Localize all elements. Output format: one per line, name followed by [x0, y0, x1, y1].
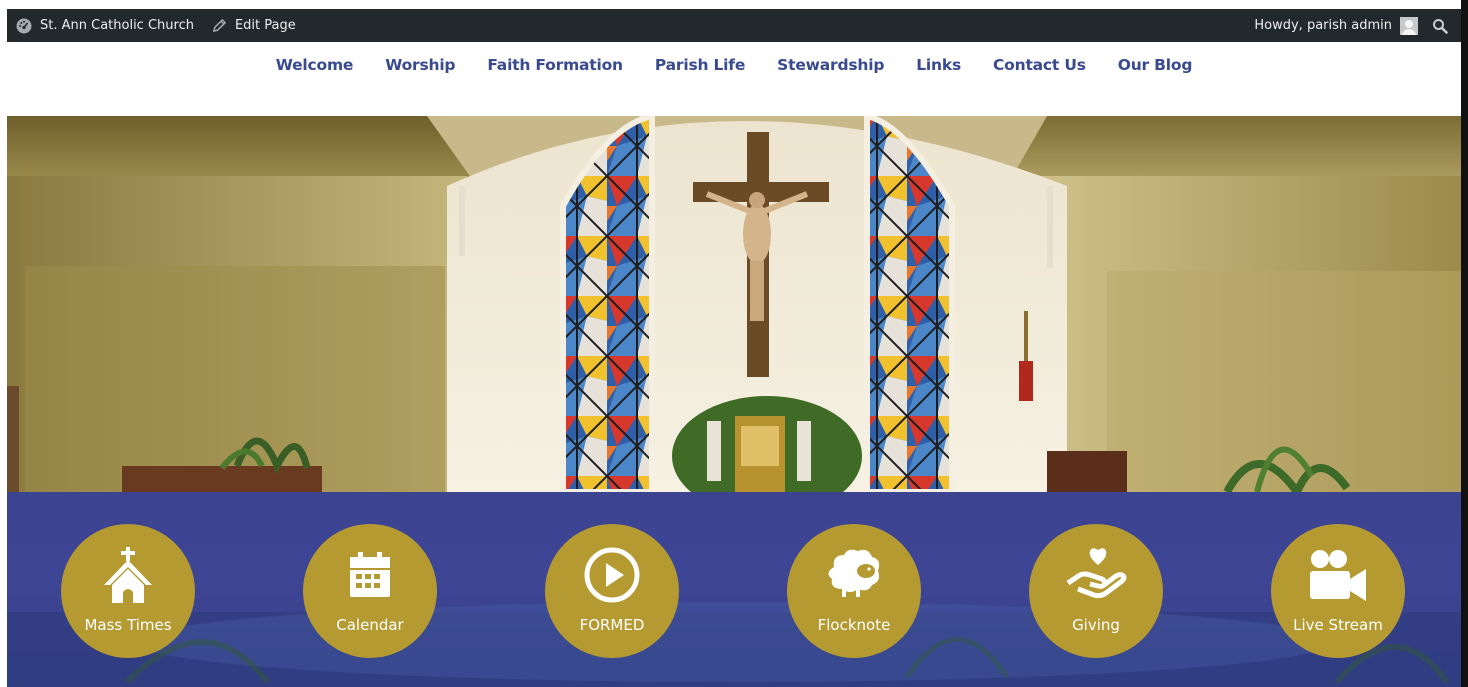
quick-links: Mass Times Calendar FORMED Flocknote Giv…: [7, 492, 1461, 687]
admin-bar: St. Ann Catholic Church Edit Page Howdy,…: [7, 9, 1461, 42]
quick-link-mass-times[interactable]: Mass Times: [61, 524, 195, 658]
nav-links[interactable]: Links: [900, 56, 977, 74]
avatar: [1400, 16, 1418, 35]
quick-link-live-stream[interactable]: Live Stream: [1271, 524, 1405, 658]
quick-link-calendar[interactable]: Calendar: [303, 524, 437, 658]
church-icon: [104, 547, 152, 603]
nav-welcome[interactable]: Welcome: [260, 56, 369, 74]
greeting-label: Howdy, parish admin: [1254, 18, 1392, 33]
quick-link-label: Flocknote: [817, 616, 891, 634]
admin-search-button[interactable]: [1427, 9, 1461, 42]
video-camera-icon: [1310, 550, 1366, 601]
hand-heart-icon: [1066, 548, 1127, 599]
quick-links-band: Mass Times Calendar FORMED Flocknote Giv…: [7, 492, 1461, 687]
quick-link-label: Giving: [1072, 616, 1120, 634]
main-navigation: Welcome Worship Faith Formation Parish L…: [7, 42, 1461, 116]
calendar-icon: [350, 552, 390, 597]
nav-worship[interactable]: Worship: [369, 56, 471, 74]
pencil-icon: [212, 18, 227, 33]
edit-page-label: Edit Page: [234, 18, 296, 33]
hero-image: [7, 116, 1461, 492]
nav-parish-life[interactable]: Parish Life: [639, 56, 761, 74]
search-icon: [1433, 18, 1448, 34]
site-name-link[interactable]: St. Ann Catholic Church: [7, 9, 203, 42]
nav-our-blog[interactable]: Our Blog: [1102, 56, 1209, 74]
nav-faith-formation[interactable]: Faith Formation: [471, 56, 639, 74]
nav-contact-us[interactable]: Contact Us: [977, 56, 1102, 74]
sheep-icon: [828, 549, 880, 597]
admin-bar-secondary: Howdy, parish admin: [1245, 9, 1461, 42]
frame-right: [1461, 0, 1468, 687]
quick-link-label: FORMED: [579, 616, 645, 634]
quick-link-formed[interactable]: FORMED: [545, 524, 679, 658]
nav-stewardship[interactable]: Stewardship: [761, 56, 900, 74]
site-name-label: St. Ann Catholic Church: [40, 18, 194, 33]
quick-link-label: Mass Times: [84, 616, 172, 634]
sanctuary-illustration: [7, 116, 1461, 492]
my-account-link[interactable]: Howdy, parish admin: [1245, 9, 1427, 42]
quick-link-giving[interactable]: Giving: [1029, 524, 1163, 658]
play-circle-icon: [584, 547, 640, 603]
quick-link-flocknote[interactable]: Flocknote: [787, 524, 921, 658]
quick-link-label: Calendar: [336, 616, 404, 634]
frame-top: [0, 0, 1468, 8]
dashboard-icon: [16, 18, 32, 33]
quick-link-label: Live Stream: [1293, 616, 1383, 634]
edit-page-link[interactable]: Edit Page: [203, 9, 305, 42]
